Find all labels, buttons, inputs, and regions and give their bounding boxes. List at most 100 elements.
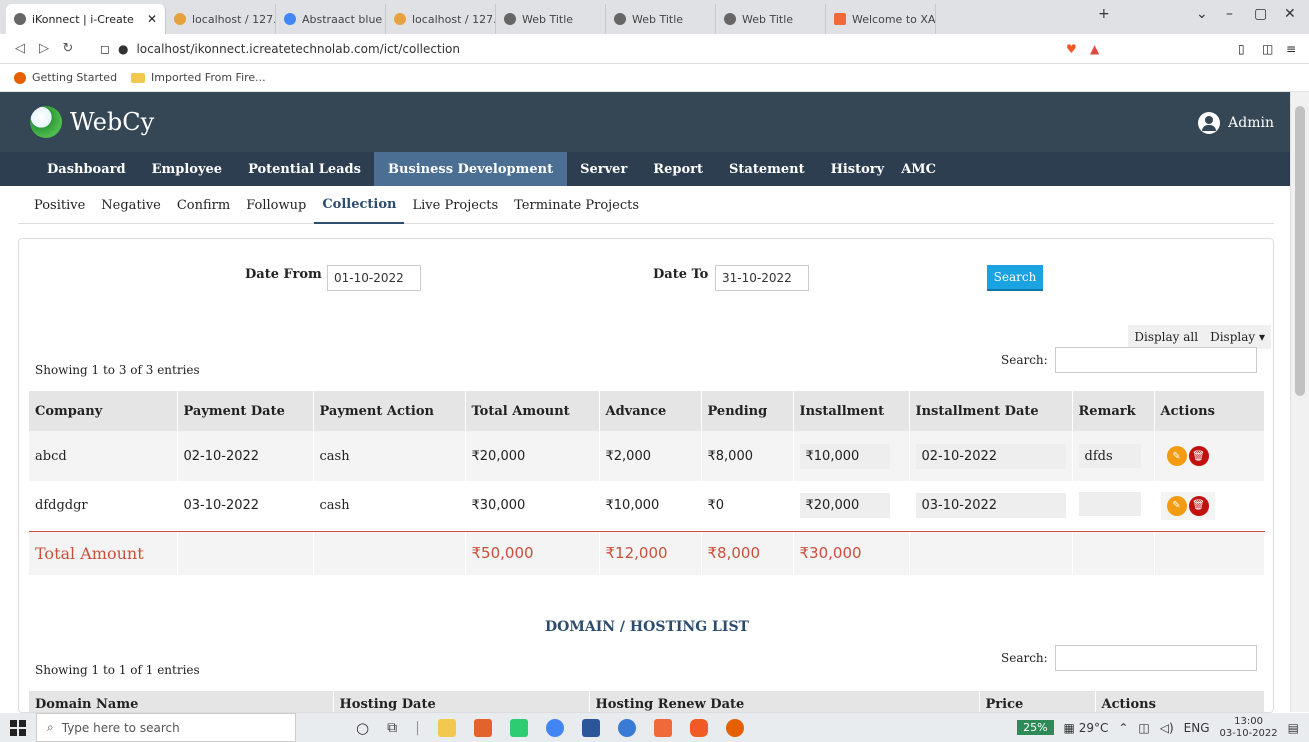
nav-employee[interactable]: Employee (139, 152, 235, 186)
installment-date-field[interactable]: 02-10-2022 (915, 443, 1066, 469)
close-window-icon[interactable]: ✕ (1284, 6, 1296, 22)
nav-server[interactable]: Server (567, 152, 640, 186)
installment-date-field[interactable]: 03-10-2022 (915, 493, 1066, 519)
battery-indicator[interactable]: 25% (1017, 720, 1054, 735)
remark-field[interactable] (1078, 491, 1141, 516)
maximize-icon[interactable]: ▢ (1254, 6, 1267, 22)
delete-icon[interactable]: 🗑 (1188, 495, 1209, 516)
chrome-icon[interactable] (545, 718, 564, 737)
tab-positive[interactable]: Positive (26, 186, 93, 224)
tray-chevron-icon[interactable]: ⌃ (1118, 721, 1128, 735)
taskbar-search[interactable]: ⌕ Type here to search (36, 713, 296, 742)
col-payment-action[interactable]: Payment Action (313, 391, 466, 431)
col-remark[interactable]: Remark (1072, 391, 1155, 431)
user-menu[interactable]: Admin (1198, 112, 1274, 134)
nav-amc[interactable]: AMC (897, 152, 949, 186)
table-search-input[interactable] (1055, 347, 1257, 373)
tab-confirm[interactable]: Confirm (169, 186, 238, 224)
browser-tab[interactable]: Web Title (496, 4, 606, 34)
tab-live-projects[interactable]: Live Projects (404, 186, 506, 224)
menu-icon[interactable]: ≡ (1286, 42, 1296, 56)
col-company[interactable]: Company (29, 391, 178, 431)
browser-tab[interactable]: Welcome to XAMPP (826, 4, 936, 34)
sublime-text-icon[interactable] (473, 718, 492, 737)
col-actions[interactable]: Actions (1154, 391, 1265, 431)
firefox-icon[interactable] (725, 718, 744, 737)
bookmark-icon[interactable]: ◻ (100, 42, 110, 56)
edit-icon[interactable]: ✎ (1166, 446, 1187, 466)
date-to-input[interactable]: 31-10-2022 (715, 265, 809, 291)
search-button[interactable]: Search (987, 265, 1043, 291)
brave-icon[interactable] (689, 718, 708, 737)
col-installment-date[interactable]: Installment Date (909, 391, 1073, 431)
xampp-icon[interactable] (653, 718, 672, 737)
nav-history[interactable]: History (818, 152, 898, 186)
app-green-icon[interactable] (509, 718, 528, 737)
nav-potential-leads[interactable]: Potential Leads (235, 152, 374, 186)
tab-negative[interactable]: Negative (93, 186, 169, 224)
installment-field[interactable]: ₹10,000 (799, 443, 890, 469)
page-scrollbar[interactable] (1290, 92, 1309, 712)
delete-icon[interactable]: 🗑 (1188, 446, 1209, 466)
forward-icon[interactable]: ▷ (32, 41, 56, 56)
wallet-icon[interactable]: ◫ (1262, 42, 1273, 56)
bookmark-imported[interactable]: Imported From Fire... (131, 71, 266, 84)
tab-collection[interactable]: Collection (314, 186, 405, 224)
col-total-amount[interactable]: Total Amount (465, 391, 600, 431)
url-field[interactable]: ◻ ● localhost/ikonnect.icreatetechnolab.… (100, 42, 460, 56)
brave-rewards-icon[interactable]: ▲ (1090, 42, 1099, 56)
browser-tab-ikonnect[interactable]: iKonnect | i-Create ✕ (6, 4, 166, 34)
domain-search-input[interactable] (1055, 645, 1257, 671)
bookmark-getting-started[interactable]: Getting Started (14, 71, 117, 84)
nav-business-development[interactable]: Business Development (373, 152, 568, 186)
tab-followup[interactable]: Followup (238, 186, 314, 224)
col-pending[interactable]: Pending (701, 391, 794, 431)
browser-tab[interactable]: Web Title (716, 4, 826, 34)
word-icon[interactable] (581, 718, 600, 737)
tab-terminate-projects[interactable]: Terminate Projects (506, 186, 647, 224)
file-explorer-icon[interactable] (437, 718, 456, 737)
browser-tab[interactable]: Abstraact blue and gre (276, 4, 386, 34)
col-hosting-renew-date[interactable]: Hosting Renew Date (589, 691, 980, 712)
sidebar-toggle-icon[interactable]: ▯ (1238, 42, 1245, 56)
brave-shield-icon[interactable]: ♥ (1066, 42, 1077, 56)
task-view-icon[interactable]: ⧉ (387, 720, 397, 736)
date-from-input[interactable]: 01-10-2022 (327, 265, 421, 291)
col-advance[interactable]: Advance (599, 391, 702, 431)
tab-list-chevron-icon[interactable]: ⌄ (1196, 6, 1208, 22)
browser-tab[interactable]: Web Title (606, 4, 716, 34)
col-price[interactable]: Price (979, 691, 1096, 712)
edit-icon[interactable]: ✎ (1166, 495, 1187, 516)
col-payment-date[interactable]: Payment Date (177, 391, 314, 431)
display-all-button[interactable]: Display all (1128, 330, 1204, 344)
col-installment[interactable]: Installment (793, 391, 910, 431)
reload-icon[interactable]: ↻ (56, 41, 80, 56)
col-hosting-date[interactable]: Hosting Date (333, 691, 590, 712)
display-menu-button[interactable]: Display ▾ (1204, 330, 1271, 344)
minimize-icon[interactable]: – (1226, 6, 1233, 22)
volume-icon[interactable]: ◁) (1160, 721, 1174, 735)
nav-statement[interactable]: Statement (716, 152, 818, 186)
weather-widget[interactable]: ▦ 29°C (1064, 721, 1109, 735)
back-icon[interactable]: ◁ (8, 41, 32, 56)
browser-tab[interactable]: localhost / 127.0.0.1 / (166, 4, 276, 34)
windows-start-icon[interactable] (10, 719, 26, 736)
network-icon[interactable]: ◫ (1138, 721, 1149, 735)
col-domain-actions[interactable]: Actions (1095, 691, 1265, 712)
browser-tab[interactable]: localhost / 127.0.0.1 / (386, 4, 496, 34)
nav-report[interactable]: Report (640, 152, 716, 186)
col-domain-name[interactable]: Domain Name (29, 691, 334, 712)
app-blue-icon[interactable] (617, 718, 636, 737)
site-info-icon[interactable]: ● (118, 42, 128, 56)
new-tab-icon[interactable]: + (1098, 6, 1110, 22)
remark-field[interactable]: dfds (1078, 444, 1141, 468)
installment-field[interactable]: ₹20,000 (799, 493, 890, 519)
scrollbar-thumb[interactable] (1295, 106, 1305, 396)
close-tab-icon[interactable]: ✕ (147, 12, 157, 26)
notifications-icon[interactable]: ▤ (1288, 721, 1299, 735)
nav-dashboard[interactable]: Dashboard (34, 152, 139, 186)
cortana-icon[interactable]: ○ (356, 719, 369, 737)
taskbar-clock[interactable]: 13:00 03-10-2022 (1220, 716, 1278, 740)
language-indicator[interactable]: ENG (1184, 721, 1210, 735)
logo[interactable]: WebCy (30, 106, 154, 138)
